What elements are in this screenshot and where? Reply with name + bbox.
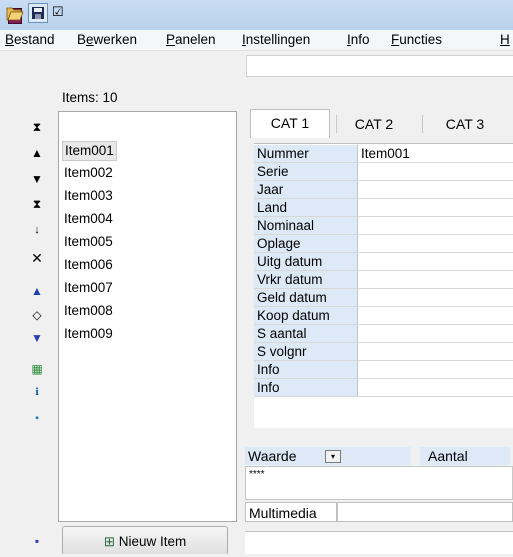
list-item[interactable]: Item006 <box>62 256 115 274</box>
field-label: Geld datum <box>254 289 358 306</box>
field-grid: Nummer Item001 Serie Jaar Land Nominaal O… <box>254 143 513 428</box>
side-toolbar: ⧗ ▲ ▼ ⧗ ↓ ✕ ▲ ◇ ▼ ▦ ℹ ▪ ▪ <box>22 80 58 553</box>
list-item[interactable]: Item008 <box>62 302 115 320</box>
field-row[interactable]: Vrkr datum <box>254 271 513 289</box>
grid-icon[interactable]: ▦ <box>31 363 43 375</box>
waarde-dropdown[interactable]: ▾ <box>325 450 341 463</box>
list-icon[interactable]: ▪ <box>31 413 43 425</box>
list-item[interactable]: Item007 <box>62 279 115 297</box>
new-item-label: Nieuw Item <box>118 534 187 549</box>
menu-bewerken[interactable]: Bewerken <box>77 32 137 47</box>
menu-functies[interactable]: Functies <box>391 32 442 47</box>
field-label: S volgnr <box>254 343 358 360</box>
sort-icon[interactable]: ↓ <box>31 224 43 236</box>
tab-separator <box>336 115 337 133</box>
blue-shape-icon[interactable]: ▲ <box>31 285 43 297</box>
delete-icon[interactable]: ✕ <box>31 251 43 265</box>
check-icon[interactable]: ☑ <box>52 4 70 22</box>
lock-icon[interactable]: ▪ <box>31 535 43 547</box>
tab-cat1[interactable]: CAT 1 <box>250 109 330 138</box>
field-row[interactable]: Nominaal <box>254 217 513 235</box>
list-item[interactable]: Item009 <box>62 325 115 343</box>
stars-value: **** <box>249 469 265 480</box>
tab-separator <box>422 115 423 133</box>
field-row[interactable]: S volgnr <box>254 343 513 361</box>
menu-instellingen[interactable]: Instellingen <box>242 32 310 47</box>
field-label: Jaar <box>254 181 358 198</box>
menu-panelen[interactable]: Panelen <box>166 32 216 47</box>
field-row[interactable]: Uitg datum <box>254 253 513 271</box>
folder-open-icon[interactable] <box>6 4 24 22</box>
list-item[interactable]: Item003 <box>62 187 115 205</box>
tab-strip: CAT 1 CAT 2 CAT 3 <box>240 107 513 138</box>
items-count: Items: 10 <box>62 90 118 105</box>
title-bar: [ ] <box>0 0 513 30</box>
field-row[interactable]: Nummer Item001 <box>254 145 513 163</box>
field-row[interactable]: Land <box>254 199 513 217</box>
list-item[interactable]: Item002 <box>62 164 115 182</box>
move-top-icon[interactable]: ⧗ <box>31 121 43 133</box>
value-section: Waarde ▾ Aantal **** Multimedia <box>245 447 513 554</box>
list-item[interactable]: Item004 <box>62 210 115 228</box>
toolbar-field[interactable] <box>246 55 513 77</box>
bookmark-icon[interactable]: ▼ <box>31 332 43 344</box>
field-row[interactable]: Koop datum <box>254 307 513 325</box>
new-item-button[interactable]: ⊞ Nieuw Item <box>62 526 228 554</box>
field-row[interactable]: Oplage <box>254 235 513 253</box>
field-label: Uitg datum <box>254 253 358 270</box>
move-up-icon[interactable]: ▲ <box>31 147 43 159</box>
move-bottom-icon[interactable]: ⧗ <box>31 198 43 210</box>
menu-bar: Bestand Bewerken Panelen Instellingen In… <box>0 30 513 51</box>
field-label: Info <box>254 361 358 378</box>
list-item[interactable]: Item005 <box>62 233 115 251</box>
multimedia-field[interactable] <box>337 502 513 522</box>
field-row[interactable]: Info <box>254 379 513 397</box>
aantal-label: Aantal <box>420 447 510 465</box>
field-row[interactable]: S aantal <box>254 325 513 343</box>
diamond-icon[interactable]: ◇ <box>31 309 43 321</box>
multimedia-label: Multimedia <box>245 502 337 522</box>
menu-h[interactable]: H <box>500 32 510 47</box>
field-label: S aantal <box>254 325 358 342</box>
field-label: Serie <box>254 163 358 180</box>
field-label: Nominaal <box>254 217 358 234</box>
field-label: Koop datum <box>254 307 358 324</box>
field-label: Info <box>254 379 358 396</box>
field-label: Nummer <box>254 145 358 162</box>
save-icon[interactable] <box>28 3 48 23</box>
bottom-panel <box>245 531 513 554</box>
item-list[interactable]: Item001 Item002 Item003 Item004 Item005 … <box>58 111 237 522</box>
field-row[interactable]: Serie <box>254 163 513 181</box>
field-value[interactable]: Item001 <box>361 145 410 162</box>
field-row[interactable]: Jaar <box>254 181 513 199</box>
menu-info[interactable]: Info <box>347 32 370 47</box>
menu-bestand[interactable]: Bestand <box>5 32 55 47</box>
field-row[interactable]: Info <box>254 361 513 379</box>
tab-cat2[interactable]: CAT 2 <box>340 111 408 137</box>
list-item-selected[interactable]: Item001 <box>62 141 117 161</box>
move-down-icon[interactable]: ▼ <box>31 173 43 185</box>
value-grid[interactable]: **** <box>245 466 513 500</box>
tab-cat3[interactable]: CAT 3 <box>430 111 500 137</box>
field-row[interactable]: Geld datum <box>254 289 513 307</box>
new-item-icon: ⊞ <box>103 534 119 549</box>
field-label: Oplage <box>254 235 358 252</box>
value-header: Waarde ▾ Aantal <box>245 447 513 465</box>
detail-panel: CAT 1 CAT 2 CAT 3 Nummer Item001 Serie Ja… <box>240 107 513 554</box>
field-label: Land <box>254 199 358 216</box>
field-label: Vrkr datum <box>254 271 358 288</box>
tree-icon[interactable]: ℹ <box>31 387 43 399</box>
